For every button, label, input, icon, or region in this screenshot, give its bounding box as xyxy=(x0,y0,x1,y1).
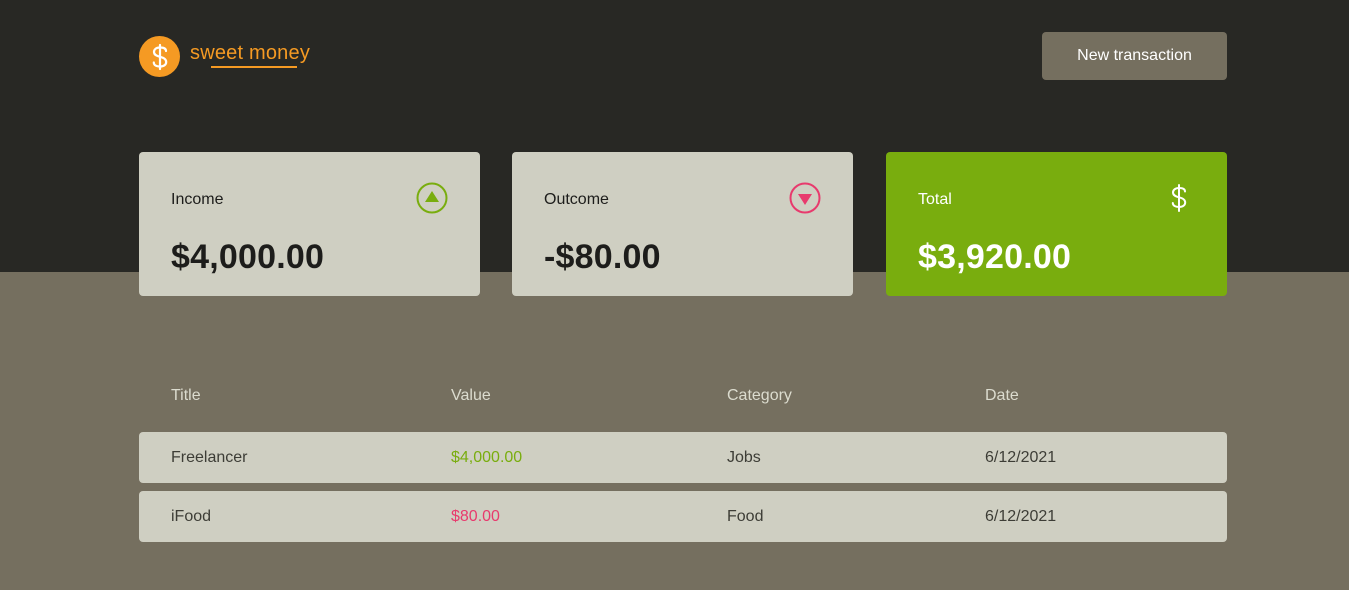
income-card: Income $4,000.00 xyxy=(139,152,480,296)
outcome-value: -$80.00 xyxy=(544,238,661,276)
dollar-icon xyxy=(1163,182,1195,219)
brand-name: sweet money xyxy=(190,42,311,64)
outcome-label: Outcome xyxy=(544,191,609,208)
table-header: Title Value Category Date xyxy=(139,382,1227,410)
row-date: 6/12/2021 xyxy=(985,508,1057,525)
new-transaction-button[interactable]: New transaction xyxy=(1042,32,1227,80)
row-date: 6/12/2021 xyxy=(985,449,1057,466)
table-row[interactable]: Freelancer $4,000.00 Jobs 6/12/2021 xyxy=(139,432,1227,483)
row-title: Freelancer xyxy=(171,449,248,466)
income-label: Income xyxy=(171,191,224,208)
row-value: $4,000.00 xyxy=(451,449,523,466)
row-category: Jobs xyxy=(727,449,761,466)
total-label: Total xyxy=(918,191,952,208)
income-value: $4,000.00 xyxy=(171,238,325,276)
table-row[interactable]: iFood $80.00 Food 6/12/2021 xyxy=(139,491,1227,542)
arrow-down-circle-icon xyxy=(789,182,821,219)
column-header-title: Title xyxy=(171,387,201,404)
total-card: Total $3,920.00 xyxy=(886,152,1227,296)
dollar-icon xyxy=(139,36,180,77)
row-title: iFood xyxy=(171,508,212,525)
arrow-up-circle-icon xyxy=(416,182,448,219)
column-header-date: Date xyxy=(985,387,1019,404)
column-header-category: Category xyxy=(727,387,792,404)
row-value: $80.00 xyxy=(451,508,500,525)
column-header-value: Value xyxy=(451,387,491,404)
total-value: $3,920.00 xyxy=(918,238,1072,276)
brand-logo[interactable]: sweet money xyxy=(139,36,310,77)
outcome-card: Outcome -$80.00 xyxy=(512,152,853,296)
row-category: Food xyxy=(727,508,764,525)
brand-underline xyxy=(211,66,297,68)
